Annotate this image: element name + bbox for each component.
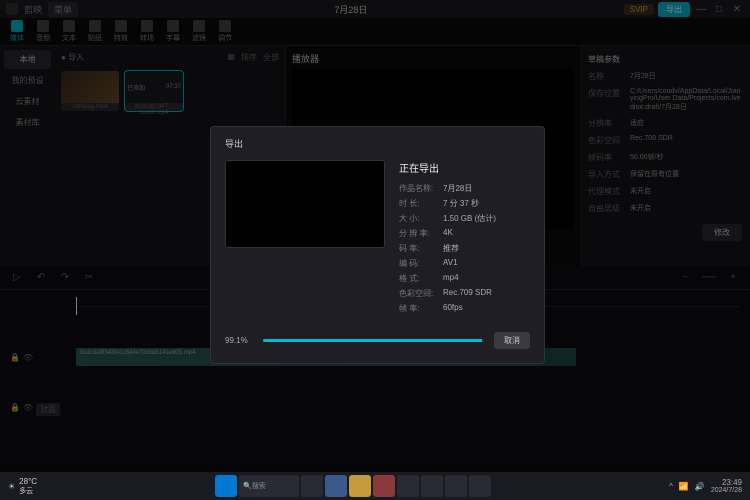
temperature: 28°C [19, 477, 37, 486]
modal-header: 导出 [225, 137, 530, 150]
taskbar-app[interactable] [469, 475, 491, 497]
taskbar-app[interactable] [349, 475, 371, 497]
export-preview [225, 160, 385, 248]
start-button[interactable] [215, 475, 237, 497]
taskbar-app[interactable] [373, 475, 395, 497]
taskbar-app[interactable] [301, 475, 323, 497]
export-status: 正在导出 [399, 160, 530, 175]
taskbar-app[interactable] [325, 475, 347, 497]
taskbar-app[interactable] [445, 475, 467, 497]
export-modal: 导出 正在导出 作品名称:7月28日 时 长:7 分 37 秒 大 小:1.50… [210, 126, 545, 364]
tray-chevron-icon[interactable]: ^ [669, 482, 673, 491]
clock-time[interactable]: 23:49 [711, 478, 742, 487]
weather-icon[interactable]: ☀ [8, 482, 15, 491]
progress-bar [263, 339, 484, 342]
weather-text: 多云 [19, 486, 37, 496]
tray-volume-icon[interactable]: 🔊 [695, 482, 705, 491]
clock-date[interactable]: 2024/7/28 [711, 487, 742, 494]
cancel-button[interactable]: 取消 [494, 332, 530, 349]
taskbar-app[interactable] [421, 475, 443, 497]
tray-wifi-icon[interactable]: 📶 [679, 482, 689, 491]
progress-percent: 99.1% [225, 336, 253, 345]
windows-taskbar: ☀ 28°C 多云 🔍搜索 ^ 📶 🔊 23:49 2024/7/28 [0, 472, 750, 500]
taskbar-app[interactable] [397, 475, 419, 497]
search-button[interactable]: 🔍搜索 [239, 475, 299, 497]
